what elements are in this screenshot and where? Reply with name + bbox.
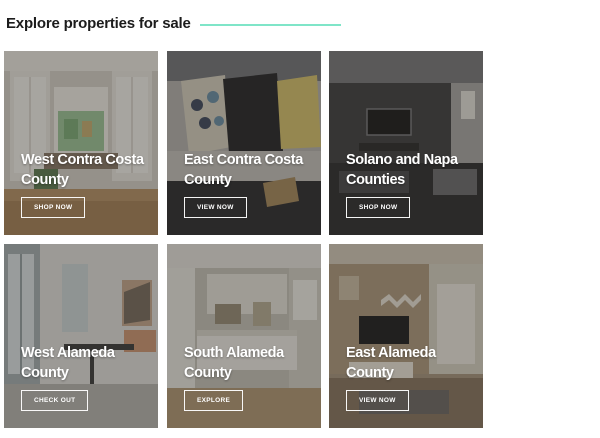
view-now-button[interactable]: VIEW NOW	[346, 390, 409, 411]
property-card-west-contra-costa[interactable]: West Contra Costa County SHOP NOW	[4, 51, 158, 235]
card-title: South Alameda County	[184, 345, 284, 381]
card-title: East Alameda County	[346, 345, 436, 381]
shop-now-button[interactable]: SHOP NOW	[346, 197, 411, 218]
card-title: Solano and Napa Counties	[346, 152, 458, 188]
property-card-east-contra-costa[interactable]: East Contra Costa County VIEW NOW	[167, 51, 321, 235]
explore-button[interactable]: EXPLORE	[184, 390, 244, 411]
section-header: Explore properties for sale	[6, 12, 191, 34]
view-now-button[interactable]: VIEW NOW	[184, 197, 247, 218]
card-title: West Alameda County	[21, 345, 115, 381]
property-card-south-alameda[interactable]: South Alameda County EXPLORE	[167, 244, 321, 428]
property-card-east-alameda[interactable]: East Alameda County VIEW NOW	[329, 244, 483, 428]
property-card-solano-napa[interactable]: Solano and Napa Counties SHOP NOW	[329, 51, 483, 235]
section-title: Explore properties for sale	[6, 14, 191, 32]
card-title: West Contra Costa County	[21, 152, 144, 188]
card-title: East Contra Costa County	[184, 152, 303, 188]
title-accent-line	[200, 24, 341, 26]
properties-page: Explore properties for sale West Contra …	[0, 0, 600, 438]
property-grid: West Contra Costa County SHOP NOW East C…	[4, 51, 484, 428]
check-out-button[interactable]: CHECK OUT	[21, 390, 89, 411]
property-card-west-alameda[interactable]: West Alameda County CHECK OUT	[4, 244, 158, 428]
shop-now-button[interactable]: SHOP NOW	[21, 197, 86, 218]
